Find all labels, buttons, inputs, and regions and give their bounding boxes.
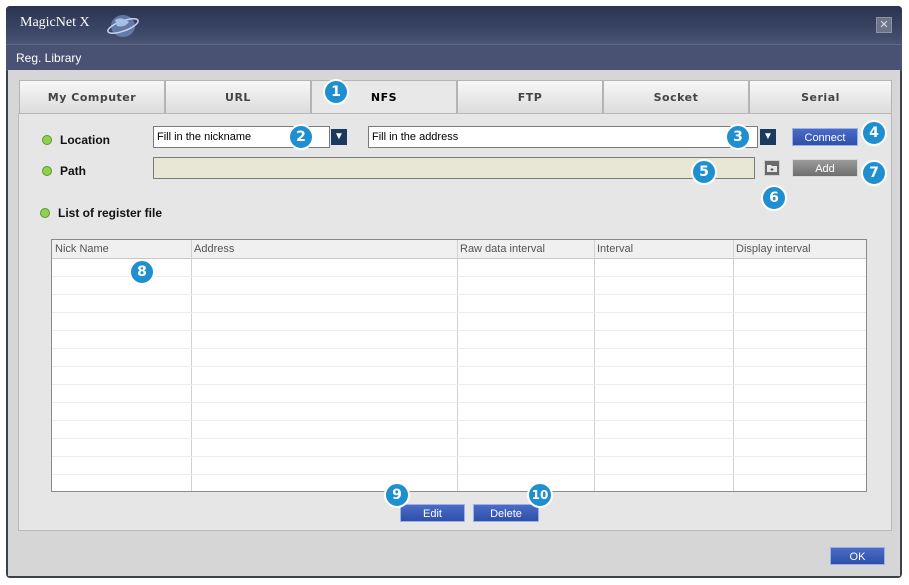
- tab-ftp[interactable]: FTP: [457, 80, 603, 114]
- table-row: [52, 420, 866, 421]
- table-row: [52, 438, 866, 439]
- chevron-down-icon[interactable]: ▼: [331, 129, 347, 145]
- table-row: [52, 474, 866, 475]
- chevron-down-icon[interactable]: ▼: [760, 129, 776, 145]
- tab-bar: My Computer URL NFS FTP Socket Serial: [19, 80, 892, 116]
- ok-button[interactable]: OK: [830, 547, 885, 565]
- close-button[interactable]: ✕: [876, 17, 892, 33]
- register-file-table[interactable]: Nick Name Address Raw data interval Inte…: [51, 239, 867, 492]
- table-row: [52, 348, 866, 349]
- callout-badge: 1: [323, 79, 349, 105]
- callout-badge: 3: [725, 124, 751, 150]
- location-label: Location: [60, 133, 110, 147]
- menu-bar: Reg. Library: [6, 44, 902, 71]
- column-header-raw-data-interval[interactable]: Raw data interval: [460, 243, 545, 255]
- status-dot: [42, 135, 52, 145]
- table-row: [52, 366, 866, 367]
- table-row: [52, 294, 866, 295]
- address-field[interactable]: Fill in the address: [368, 126, 758, 148]
- title-bar: MagicNet X ✕: [6, 6, 902, 44]
- callout-badge: 10: [527, 482, 553, 508]
- column-header-nick-name[interactable]: Nick Name: [55, 243, 109, 255]
- list-title: List of register file: [58, 206, 163, 220]
- callout-badge: 4: [861, 120, 887, 146]
- table-row: [52, 330, 866, 331]
- app-logo-text: MagicNet X: [20, 15, 90, 30]
- delete-button[interactable]: Delete: [473, 504, 539, 522]
- status-dot: [42, 166, 52, 176]
- table-row: [52, 312, 866, 313]
- tab-serial[interactable]: Serial: [749, 80, 892, 114]
- column-header-address[interactable]: Address: [194, 243, 234, 255]
- globe-icon: [107, 15, 139, 37]
- tab-socket[interactable]: Socket: [603, 80, 749, 114]
- table-row: [52, 456, 866, 457]
- callout-badge: 2: [288, 124, 314, 150]
- callout-badge: 9: [384, 482, 410, 508]
- add-button[interactable]: Add: [792, 159, 858, 177]
- callout-badge: 6: [761, 185, 787, 211]
- callout-badge: 8: [129, 259, 155, 285]
- folder-icon[interactable]: [764, 160, 780, 176]
- callout-badge: 5: [691, 159, 717, 185]
- path-field[interactable]: [153, 157, 755, 179]
- status-dot: [40, 208, 50, 218]
- table-header: Nick Name Address Raw data interval Inte…: [52, 240, 866, 259]
- path-label: Path: [60, 164, 87, 178]
- table-row: [52, 276, 866, 277]
- column-header-display-interval[interactable]: Display interval: [736, 243, 811, 255]
- edit-button[interactable]: Edit: [400, 504, 465, 522]
- tab-my-computer[interactable]: My Computer: [19, 80, 165, 114]
- callout-badge: 7: [861, 160, 887, 186]
- tab-url[interactable]: URL: [165, 80, 311, 114]
- column-header-interval[interactable]: Interval: [597, 243, 633, 255]
- menu-title: Reg. Library: [16, 51, 82, 65]
- table-row: [52, 384, 866, 385]
- table-row: [52, 402, 866, 403]
- connect-button[interactable]: Connect: [792, 128, 858, 146]
